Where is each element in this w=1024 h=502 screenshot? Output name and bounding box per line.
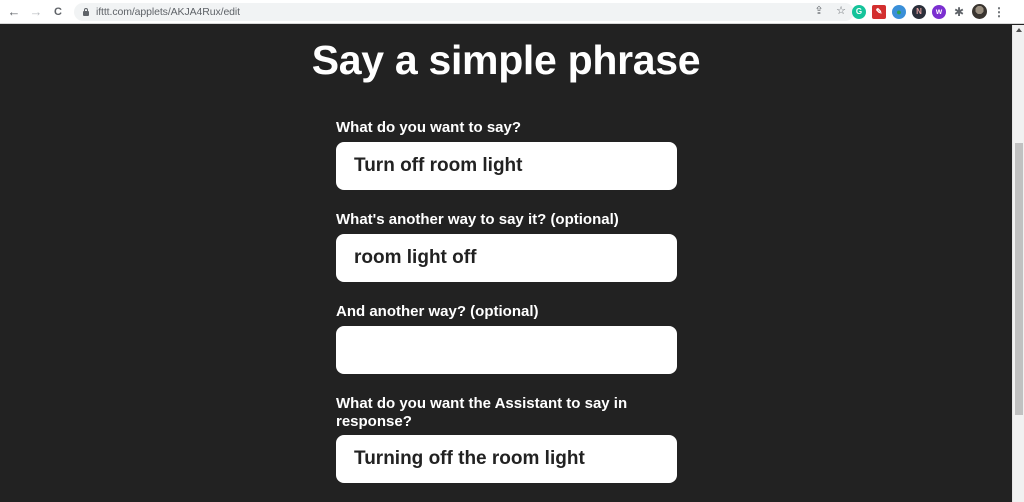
alt-phrase-input[interactable] — [336, 234, 677, 282]
profile-avatar[interactable] — [972, 4, 987, 19]
scrollbar-thumb[interactable] — [1015, 143, 1023, 415]
grammarly-extension-icon[interactable]: G — [852, 4, 866, 19]
share-icon[interactable]: ⇪ — [812, 4, 826, 17]
arrow-left-icon: ← — [7, 4, 21, 19]
extensions-bar: G ✎ ● N w ✱ ⋮ — [852, 4, 1005, 19]
lock-icon — [82, 8, 90, 16]
phrase-input[interactable] — [336, 142, 677, 190]
purple-extension-icon[interactable]: w — [932, 4, 946, 19]
page-scrollbar[interactable] — [1012, 25, 1024, 502]
browser-menu-icon[interactable]: ⋮ — [993, 5, 1005, 19]
dark-extension-icon[interactable]: N — [912, 4, 926, 19]
another-phrase-input[interactable] — [336, 326, 677, 374]
response-label: What do you want the Assistant to say in… — [336, 395, 628, 430]
globe-extension-icon[interactable]: ● — [892, 4, 906, 19]
forward-button[interactable]: → — [25, 1, 47, 23]
extensions-puzzle-icon[interactable]: ✱ — [952, 5, 966, 19]
page-title: Say a simple phrase — [311, 37, 701, 83]
response-input[interactable] — [336, 435, 677, 483]
arrow-right-icon: → — [29, 4, 43, 19]
reload-button[interactable]: C — [47, 1, 69, 23]
phrase-label: What do you want to say? — [336, 119, 522, 136]
address-bar[interactable]: ifttt.com/applets/AKJA4Rux/edit ⇪ ☆ — [74, 3, 854, 21]
applet-edit-page: Say a simple phrase What do you want to … — [0, 25, 1012, 502]
alt-phrase-label: What's another way to say it? (optional) — [336, 211, 619, 228]
scroll-up-arrow-icon[interactable] — [1016, 28, 1022, 32]
pdf-extension-icon[interactable]: ✎ — [872, 4, 886, 19]
another-phrase-label: And another way? (optional) — [336, 303, 539, 320]
reload-icon: C — [54, 5, 62, 18]
back-button[interactable]: ← — [3, 1, 25, 23]
browser-toolbar: ← → C ifttt.com/applets/AKJA4Rux/edit ⇪ … — [0, 0, 1024, 24]
bookmark-star-icon[interactable]: ☆ — [834, 4, 848, 17]
url-text[interactable]: ifttt.com/applets/AKJA4Rux/edit — [96, 6, 240, 18]
